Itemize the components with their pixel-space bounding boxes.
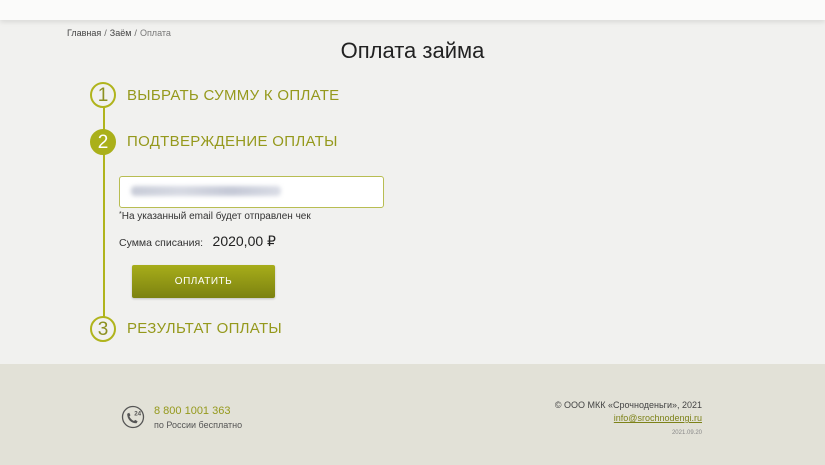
- step-2-number: 2: [90, 129, 116, 155]
- breadcrumb-home-link[interactable]: Главная: [67, 28, 101, 38]
- pay-button[interactable]: ОПЛАТИТЬ: [132, 265, 275, 298]
- footer-version: 2021.09.20: [671, 430, 702, 436]
- step-3-title: РЕЗУЛЬТАТ ОПЛАТЫ: [127, 320, 282, 337]
- top-header-bar: [0, 0, 825, 20]
- step-1-number: 1: [90, 82, 116, 108]
- footer-email-link[interactable]: info@srochnodengi.ru: [614, 413, 702, 423]
- step-1-title[interactable]: ВЫБРАТЬ СУММУ К ОПЛАТЕ: [127, 87, 339, 104]
- breadcrumb-current: Оплата: [139, 28, 171, 38]
- page-title: Оплата займа: [340, 38, 485, 63]
- step-2-title: ПОДТВЕРЖДЕНИЕ ОПЛАТЫ: [127, 133, 338, 150]
- svg-text:24: 24: [134, 410, 141, 417]
- email-note-text: На указанный email будет отправлен чек: [121, 211, 311, 222]
- footer-phone-note: по России бесплатно: [154, 420, 243, 430]
- breadcrumb-separator: /: [104, 28, 107, 38]
- step-3-number: 3: [90, 316, 116, 342]
- breadcrumb-separator: /: [134, 28, 137, 38]
- phone-24-icon: 24: [121, 405, 145, 429]
- sum-row: Сумма списания: 2020,00 ₽: [119, 233, 276, 251]
- sum-value: 2020,00 ₽: [212, 233, 276, 249]
- footer-phone-number[interactable]: 8 800 1001 363: [154, 405, 230, 417]
- email-note: *На указанный email будет отправлен чек: [119, 211, 311, 222]
- breadcrumb-loan-link[interactable]: Заём: [110, 28, 132, 38]
- footer-copyright: © ООО МКК «Срочноденьги», 2021: [554, 400, 702, 410]
- sum-label: Сумма списания:: [119, 237, 204, 249]
- breadcrumb: Главная / Заём / Оплата: [67, 28, 171, 38]
- email-field[interactable]: [119, 176, 384, 208]
